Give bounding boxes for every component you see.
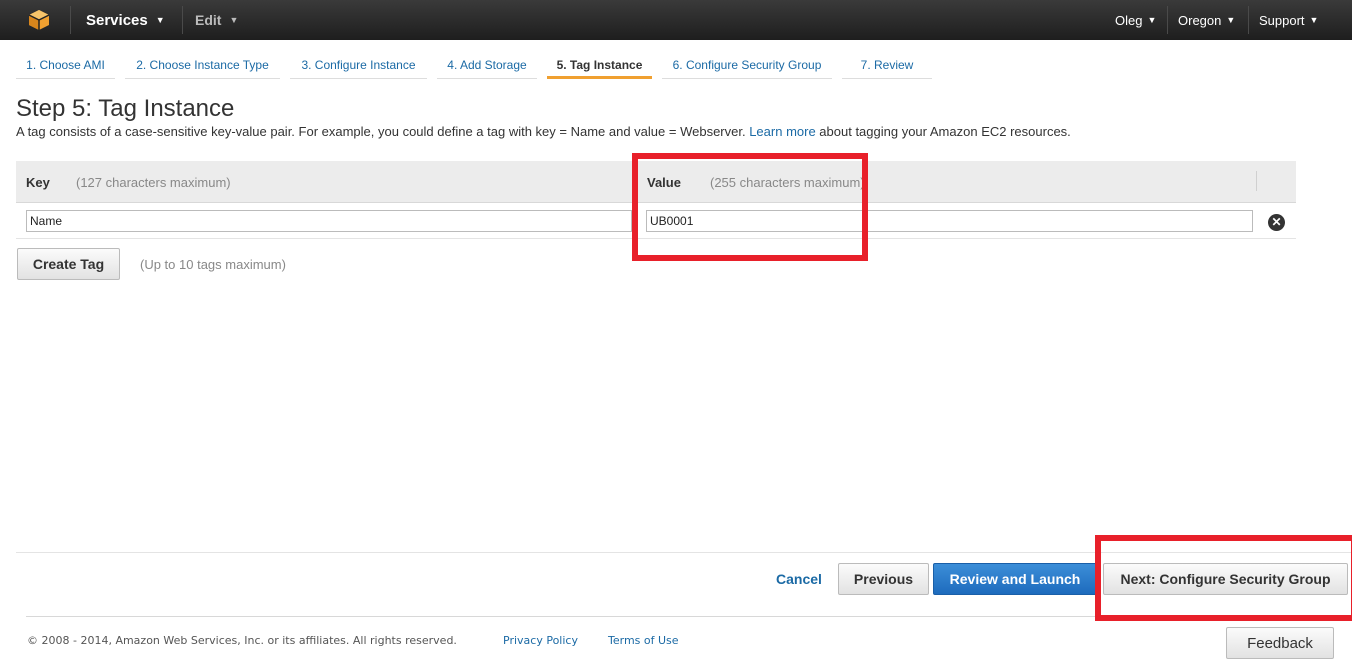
description-text-end: about tagging your Amazon EC2 resources.	[815, 124, 1071, 139]
create-tag-hint: (Up to 10 tags maximum)	[140, 257, 286, 272]
user-menu[interactable]: Oleg ▼	[1115, 0, 1156, 40]
previous-button[interactable]: Previous	[838, 563, 929, 595]
region-menu[interactable]: Oregon ▼	[1178, 0, 1235, 40]
review-and-launch-button[interactable]: Review and Launch	[933, 563, 1097, 595]
tag-key-input[interactable]	[26, 210, 632, 232]
services-menu[interactable]: Services ▼	[86, 0, 165, 40]
tab-tag-instance[interactable]: 5. Tag Instance	[547, 52, 652, 79]
value-column-hint: (255 characters maximum)	[710, 175, 865, 190]
nav-divider	[1248, 6, 1249, 34]
services-label: Services	[86, 11, 148, 29]
edit-label: Edit	[195, 12, 222, 28]
tab-choose-ami[interactable]: 1. Choose AMI	[16, 52, 115, 79]
nav-divider	[182, 6, 183, 34]
tab-choose-instance-type[interactable]: 2. Choose Instance Type	[125, 52, 280, 79]
privacy-policy-link[interactable]: Privacy Policy	[503, 634, 578, 647]
learn-more-link[interactable]: Learn more	[749, 124, 815, 139]
region-label: Oregon	[1178, 12, 1222, 28]
tag-table-header: Key (127 characters maximum) Value (255 …	[16, 161, 1296, 203]
support-label: Support	[1259, 12, 1305, 28]
page-title: Step 5: Tag Instance	[16, 95, 235, 122]
tab-add-storage[interactable]: 4. Add Storage	[437, 52, 537, 79]
feedback-button[interactable]: Feedback	[1226, 627, 1334, 659]
nav-divider	[1167, 6, 1168, 34]
column-divider	[636, 171, 637, 191]
top-navigation-bar: Services ▼ Edit ▼ Oleg ▼ Oregon ▼ Suppor…	[0, 0, 1352, 40]
create-tag-button[interactable]: Create Tag	[17, 248, 120, 280]
divider	[16, 552, 1352, 553]
chevron-down-icon: ▼	[229, 15, 239, 25]
page-description: A tag consists of a case-sensitive key-v…	[16, 124, 1071, 139]
tag-value-input[interactable]	[646, 210, 1253, 232]
divider	[26, 616, 1352, 617]
user-label: Oleg	[1115, 12, 1143, 28]
next-configure-security-group-button[interactable]: Next: Configure Security Group	[1103, 563, 1348, 595]
tab-configure-security-group[interactable]: 6. Configure Security Group	[662, 52, 832, 79]
table-row: ✕	[16, 203, 1296, 239]
edit-menu[interactable]: Edit ▼	[195, 0, 238, 40]
chevron-down-icon: ▼	[1147, 15, 1157, 25]
key-column-header: Key	[26, 175, 50, 190]
terms-of-use-link[interactable]: Terms of Use	[608, 634, 679, 647]
key-column-hint: (127 characters maximum)	[76, 175, 231, 190]
tab-review[interactable]: 7. Review	[842, 52, 932, 79]
aws-cube-icon[interactable]	[28, 9, 50, 31]
column-divider	[1256, 171, 1257, 191]
value-column-header: Value	[647, 175, 681, 190]
chevron-down-icon: ▼	[1226, 15, 1236, 25]
cancel-button[interactable]: Cancel	[776, 571, 822, 587]
copyright-text: © 2008 - 2014, Amazon Web Services, Inc.…	[27, 634, 457, 647]
description-text: A tag consists of a case-sensitive key-v…	[16, 124, 750, 139]
chevron-down-icon: ▼	[155, 15, 165, 25]
chevron-down-icon: ▼	[1309, 15, 1319, 25]
close-circle-icon[interactable]: ✕	[1268, 214, 1285, 231]
tab-configure-instance[interactable]: 3. Configure Instance	[290, 52, 427, 79]
support-menu[interactable]: Support ▼	[1259, 0, 1318, 40]
nav-divider	[70, 6, 71, 34]
